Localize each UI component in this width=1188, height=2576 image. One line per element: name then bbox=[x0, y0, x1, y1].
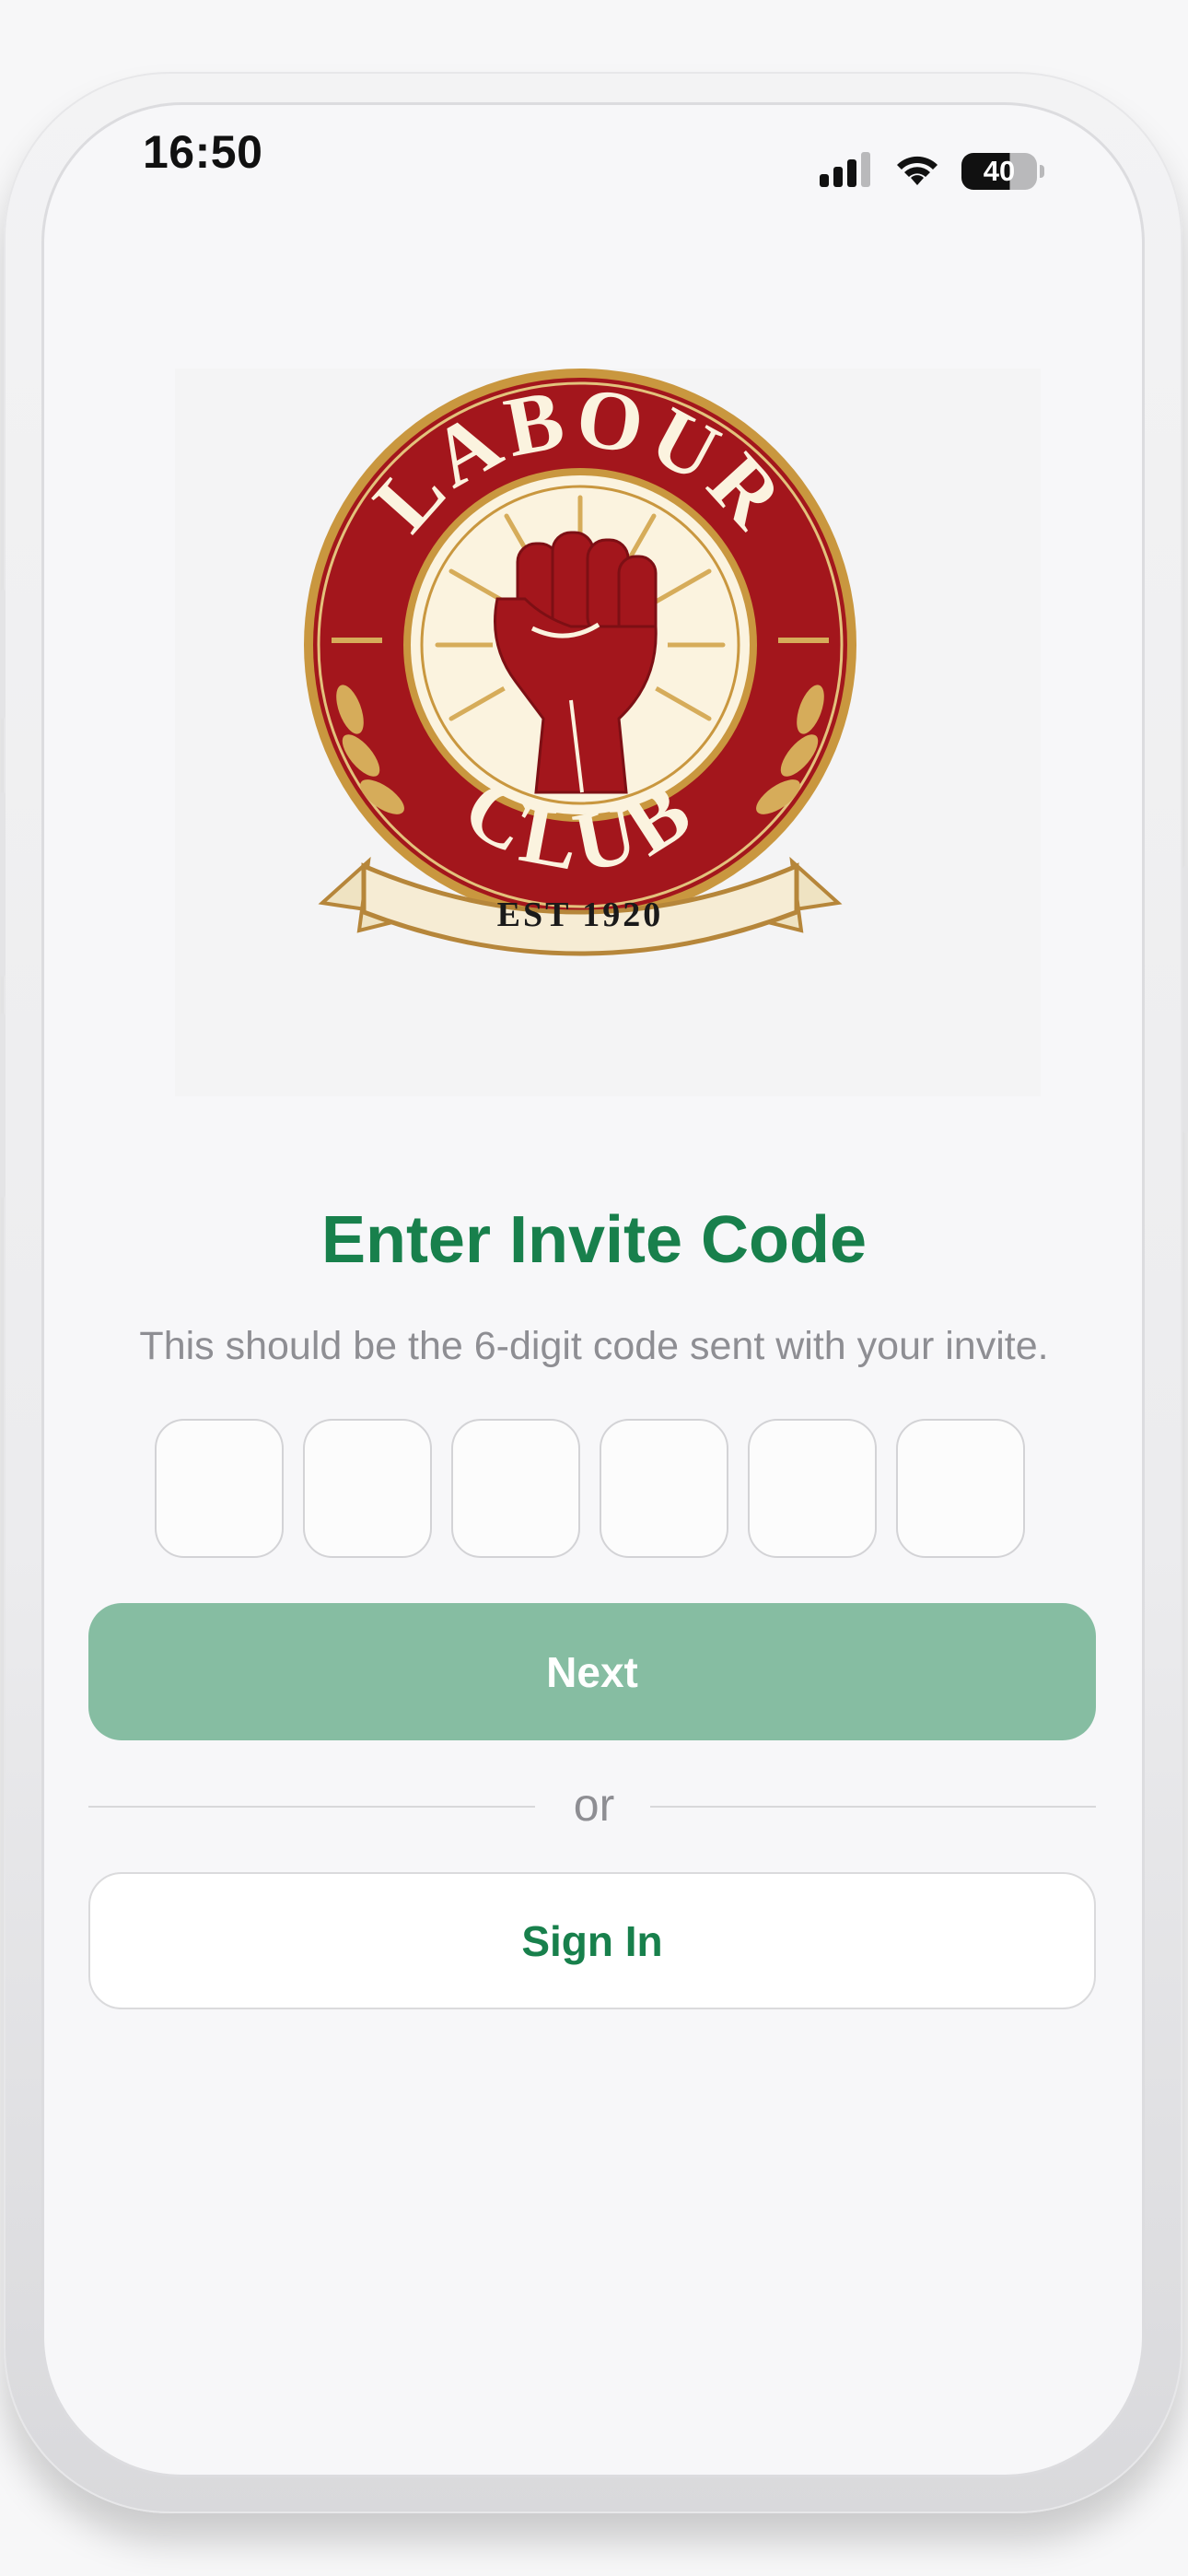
device-side-button bbox=[0, 792, 6, 977]
page: 16:50 40 LABOUR CLUB EST 1920 Enter Invi… bbox=[0, 0, 1188, 2576]
code-digit-5[interactable] bbox=[748, 1419, 877, 1558]
next-button[interactable]: Next bbox=[88, 1603, 1096, 1740]
code-digit-4[interactable] bbox=[600, 1419, 728, 1558]
divider-right bbox=[650, 1806, 1096, 1808]
device-side-button bbox=[0, 590, 6, 719]
wifi-icon bbox=[893, 152, 941, 192]
code-digit-3[interactable] bbox=[451, 1419, 580, 1558]
logo-ribbon-text: EST 1920 bbox=[497, 896, 664, 934]
device-side-button bbox=[0, 1013, 6, 1198]
invite-code-input bbox=[155, 1419, 1030, 1562]
sign-in-button[interactable]: Sign In bbox=[88, 1872, 1096, 2009]
page-title: Enter Invite Code bbox=[320, 1203, 868, 1277]
status-time: 16:50 bbox=[143, 126, 263, 178]
code-digit-1[interactable] bbox=[155, 1419, 284, 1558]
device-side-button bbox=[1182, 866, 1188, 1133]
labour-club-logo: LABOUR CLUB EST 1920 bbox=[304, 369, 856, 956]
code-digit-2[interactable] bbox=[303, 1419, 432, 1558]
page-subtitle: This should be the 6-digit code sent wit… bbox=[139, 1324, 1049, 1368]
battery-nub bbox=[1040, 165, 1044, 178]
battery-icon: 40 bbox=[961, 153, 1044, 190]
next-button-label: Next bbox=[546, 1647, 638, 1696]
status-icons: 40 bbox=[820, 151, 1044, 192]
signal-icon bbox=[820, 151, 873, 192]
logo-area: LABOUR CLUB EST 1920 bbox=[175, 369, 1041, 1096]
sign-in-button-label: Sign In bbox=[521, 1916, 663, 1965]
battery-level: 40 bbox=[983, 155, 1016, 187]
code-digit-6[interactable] bbox=[896, 1419, 1025, 1558]
or-divider-label: or bbox=[573, 1779, 615, 1831]
